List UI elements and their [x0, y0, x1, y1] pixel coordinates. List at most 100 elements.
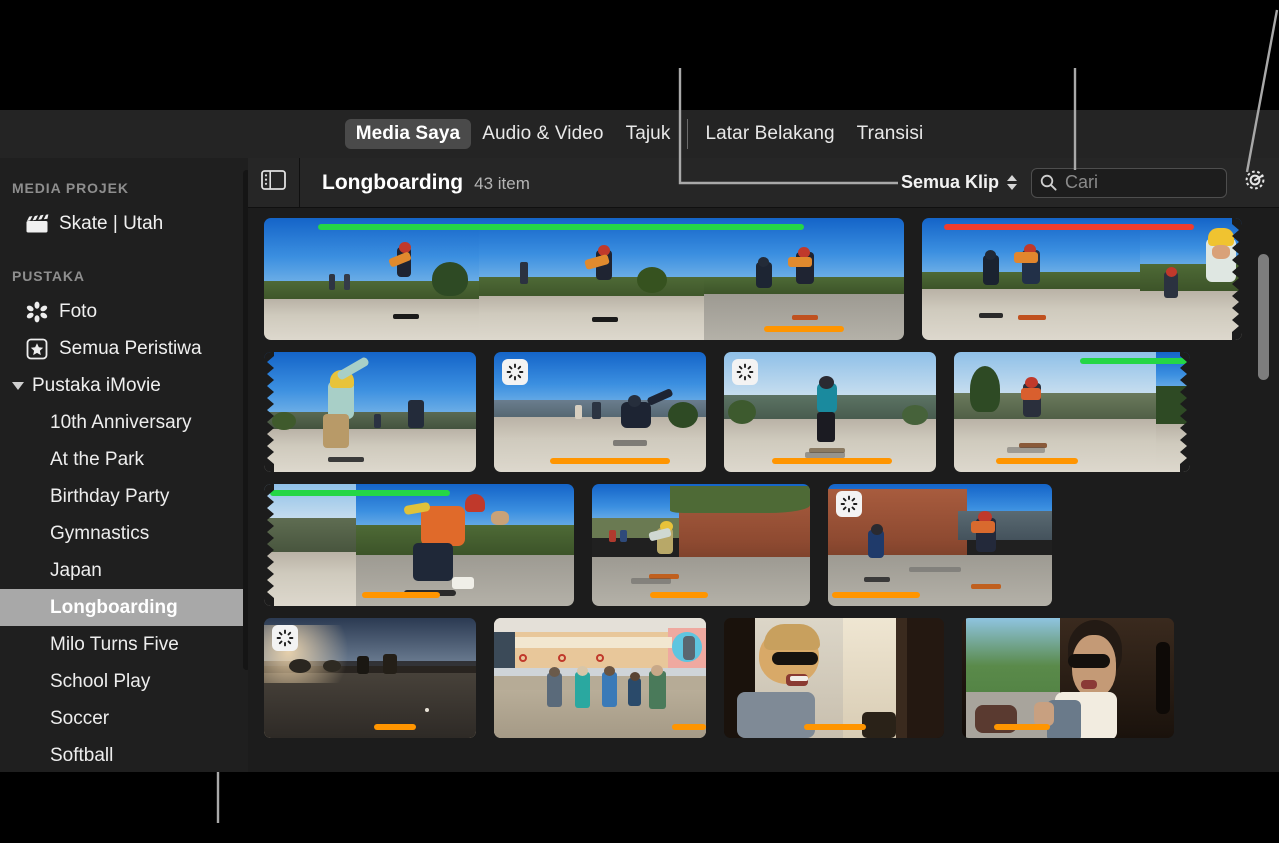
media-browser-panel: Longboarding 43 item Semua Klip — [248, 157, 1279, 772]
grid-row — [264, 618, 1279, 738]
photos-flower-icon — [24, 301, 50, 323]
section-header-pustaka: PUSTAKA — [12, 268, 85, 284]
imovie-media-browser-window: Media Saya Audio & Video Tajuk Latar Bel… — [0, 0, 1279, 843]
clip-thumbnail — [962, 618, 1174, 738]
item-count: 43 item — [474, 173, 530, 193]
tab-audio-video[interactable]: Audio & Video — [471, 119, 614, 149]
media-grid[interactable] — [248, 208, 1279, 772]
sidebar-item-milo-turns-five[interactable]: Milo Turns Five — [0, 626, 248, 663]
section-header-media-projek: MEDIA PROJEK — [12, 180, 129, 196]
clip-skater-red-helmet-carving[interactable] — [264, 218, 904, 340]
media-toolbar: Longboarding 43 item Semua Klip — [248, 157, 1279, 208]
sidebar-item-longboarding[interactable]: Longboarding — [0, 589, 248, 626]
range-selection-marker — [550, 458, 670, 464]
favorite-marker — [270, 490, 450, 496]
favorite-marker — [1080, 358, 1190, 364]
sidebar-item-school-play[interactable]: School Play — [0, 663, 248, 700]
clip-filter-label[interactable]: Semua Klip — [901, 172, 999, 193]
libraries-sidebar: MEDIA PROJEK Skate | Utah PUSTAKA Foto S… — [0, 158, 248, 772]
search-field[interactable] — [1031, 167, 1227, 198]
clip-continues-left-indicator — [264, 352, 274, 472]
sidebar-item-foto[interactable]: Foto — [0, 293, 248, 330]
toolbar-right-controls: Semua Klip — [901, 166, 1279, 199]
clip-skater-red-helmet-mountain[interactable] — [954, 352, 1190, 472]
star-square-icon — [24, 338, 50, 360]
settings-button[interactable] — [1241, 166, 1269, 199]
clip-sunset-road-silhouette[interactable] — [264, 618, 476, 738]
event-title-group: Longboarding 43 item — [300, 171, 530, 195]
favorite-marker — [318, 224, 804, 230]
tab-tajuk[interactable]: Tajuk — [615, 119, 682, 149]
sidebar-toggle-button[interactable] — [248, 157, 300, 208]
clip-van-passenger-sunglasses[interactable] — [962, 618, 1174, 738]
clip-skater-dark-jacket-slide[interactable] — [494, 352, 706, 472]
media-type-tabbar: Media Saya Audio & Video Tajuk Latar Bel… — [0, 110, 1279, 158]
range-selection-marker — [994, 724, 1050, 730]
sidebar-item-pustaka-imovie[interactable]: Pustaka iMovie — [0, 367, 248, 404]
range-selection-marker — [362, 592, 440, 598]
clapperboard-icon — [24, 213, 50, 234]
sidebar-item-at-the-park[interactable]: At the Park — [0, 441, 248, 478]
page-title: Longboarding — [322, 170, 464, 194]
triangle-down-icon[interactable] — [12, 381, 24, 390]
clip-skater-teal-jacket-vista[interactable] — [724, 352, 936, 472]
clip-thumbnail — [264, 352, 476, 472]
clip-skater-yellow-helmet-stretch[interactable] — [264, 352, 476, 472]
range-selection-marker — [374, 724, 416, 730]
chevron-up-icon — [1007, 175, 1017, 181]
sidebar-item-semua-peristiwa[interactable]: Semua Peristiwa — [0, 330, 248, 367]
clip-thumbnail — [954, 352, 1190, 472]
range-selection-marker — [764, 326, 844, 332]
clip-thumbnail — [922, 218, 1242, 340]
clip-thumbnail — [264, 218, 904, 340]
sidebar-item-gymnastics[interactable]: Gymnastics — [0, 515, 248, 552]
search-icon — [1040, 174, 1057, 191]
grid-row — [264, 484, 1279, 606]
clip-continues-indicator — [1180, 352, 1190, 472]
range-selection-marker — [804, 724, 866, 730]
sidebar-item-softball[interactable]: Softball — [0, 737, 248, 772]
clip-skater-redrock-road[interactable] — [592, 484, 810, 606]
clip-two-skaters-downhill[interactable] — [922, 218, 1242, 340]
range-selection-marker — [996, 458, 1078, 464]
chevron-down-icon — [1007, 184, 1017, 190]
clip-thumbnail — [494, 618, 706, 738]
clip-continues-indicator — [1232, 218, 1242, 340]
stabilization-badge-icon — [836, 491, 862, 517]
grid-row — [264, 218, 1279, 340]
gear-icon — [1241, 166, 1269, 199]
clip-crossroads-trading-post-group[interactable] — [494, 618, 706, 738]
range-selection-marker — [772, 458, 892, 464]
sidebar-item-birthday-party[interactable]: Birthday Party — [0, 478, 248, 515]
range-selection-marker — [650, 592, 708, 598]
stabilization-badge-icon — [732, 359, 758, 385]
sidebar-item-soccer[interactable]: Soccer — [0, 700, 248, 737]
sidebar-toggle-icon — [261, 170, 286, 195]
clip-thumbnail — [724, 618, 944, 738]
stabilization-badge-icon — [272, 625, 298, 651]
tab-transisi[interactable]: Transisi — [846, 119, 935, 149]
tab-group-divider — [687, 119, 689, 149]
sidebar-item-skate-utah[interactable]: Skate | Utah — [0, 205, 248, 242]
window-body: MEDIA PROJEK Skate | Utah PUSTAKA Foto S… — [0, 157, 1279, 772]
rejected-marker — [944, 224, 1194, 230]
range-selection-marker — [832, 592, 920, 598]
grid-row — [264, 352, 1279, 472]
sidebar-item-label: Pustaka iMovie — [32, 374, 161, 396]
grid-scrollbar[interactable] — [1258, 254, 1269, 380]
sidebar-item-10th-anniversary[interactable]: 10th Anniversary — [0, 404, 248, 441]
range-selection-marker — [672, 724, 706, 730]
chevron-updown-icon[interactable] — [1007, 175, 1017, 190]
clip-skaters-redrock-pair[interactable] — [828, 484, 1052, 606]
tab-latar-belakang[interactable]: Latar Belakang — [694, 119, 845, 149]
clip-skater-orange-shirt-crouch[interactable] — [264, 484, 574, 606]
stabilization-badge-icon — [502, 359, 528, 385]
sidebar-item-japan[interactable]: Japan — [0, 552, 248, 589]
clip-thumbnail — [264, 484, 574, 606]
clip-van-passenger-laughing[interactable] — [724, 618, 944, 738]
tab-media-saya[interactable]: Media Saya — [344, 119, 472, 149]
search-input[interactable] — [1065, 172, 1218, 193]
clip-continues-left-indicator — [264, 484, 274, 606]
clip-thumbnail — [592, 484, 810, 606]
sidebar-item-label: Skate | Utah — [59, 212, 164, 234]
